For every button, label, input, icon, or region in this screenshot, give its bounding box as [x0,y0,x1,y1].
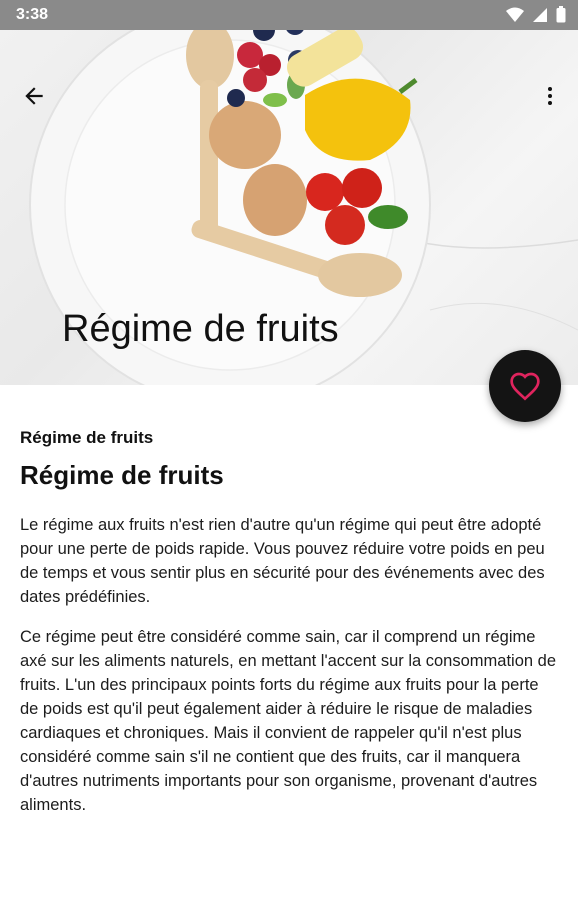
overflow-menu-button[interactable] [530,76,570,116]
more-vert-icon [548,87,552,105]
article-content: Régime de fruits Régime de fruits Le rég… [20,428,560,833]
article-paragraph: Ce régime peut être considéré comme sain… [20,628,556,814]
heart-outline-icon [510,372,540,401]
status-time: 3:38 [16,6,49,23]
favorite-button[interactable] [489,350,561,422]
battery-icon [556,6,566,23]
back-button[interactable] [14,76,54,116]
status-bar: 3:38 [0,0,578,30]
wifi-icon [506,7,524,22]
hero-title: Régime de fruits [62,308,339,350]
arrow-back-icon [25,87,43,105]
article-headline: Régime de fruits [20,460,224,490]
signal-icon [533,7,547,22]
status-icons [506,6,566,23]
article-paragraph: Le régime aux fruits n'est rien d'autre … [20,516,545,606]
article-subtitle: Régime de fruits [20,428,154,447]
hero-image: Régime de fruits [0,30,578,385]
